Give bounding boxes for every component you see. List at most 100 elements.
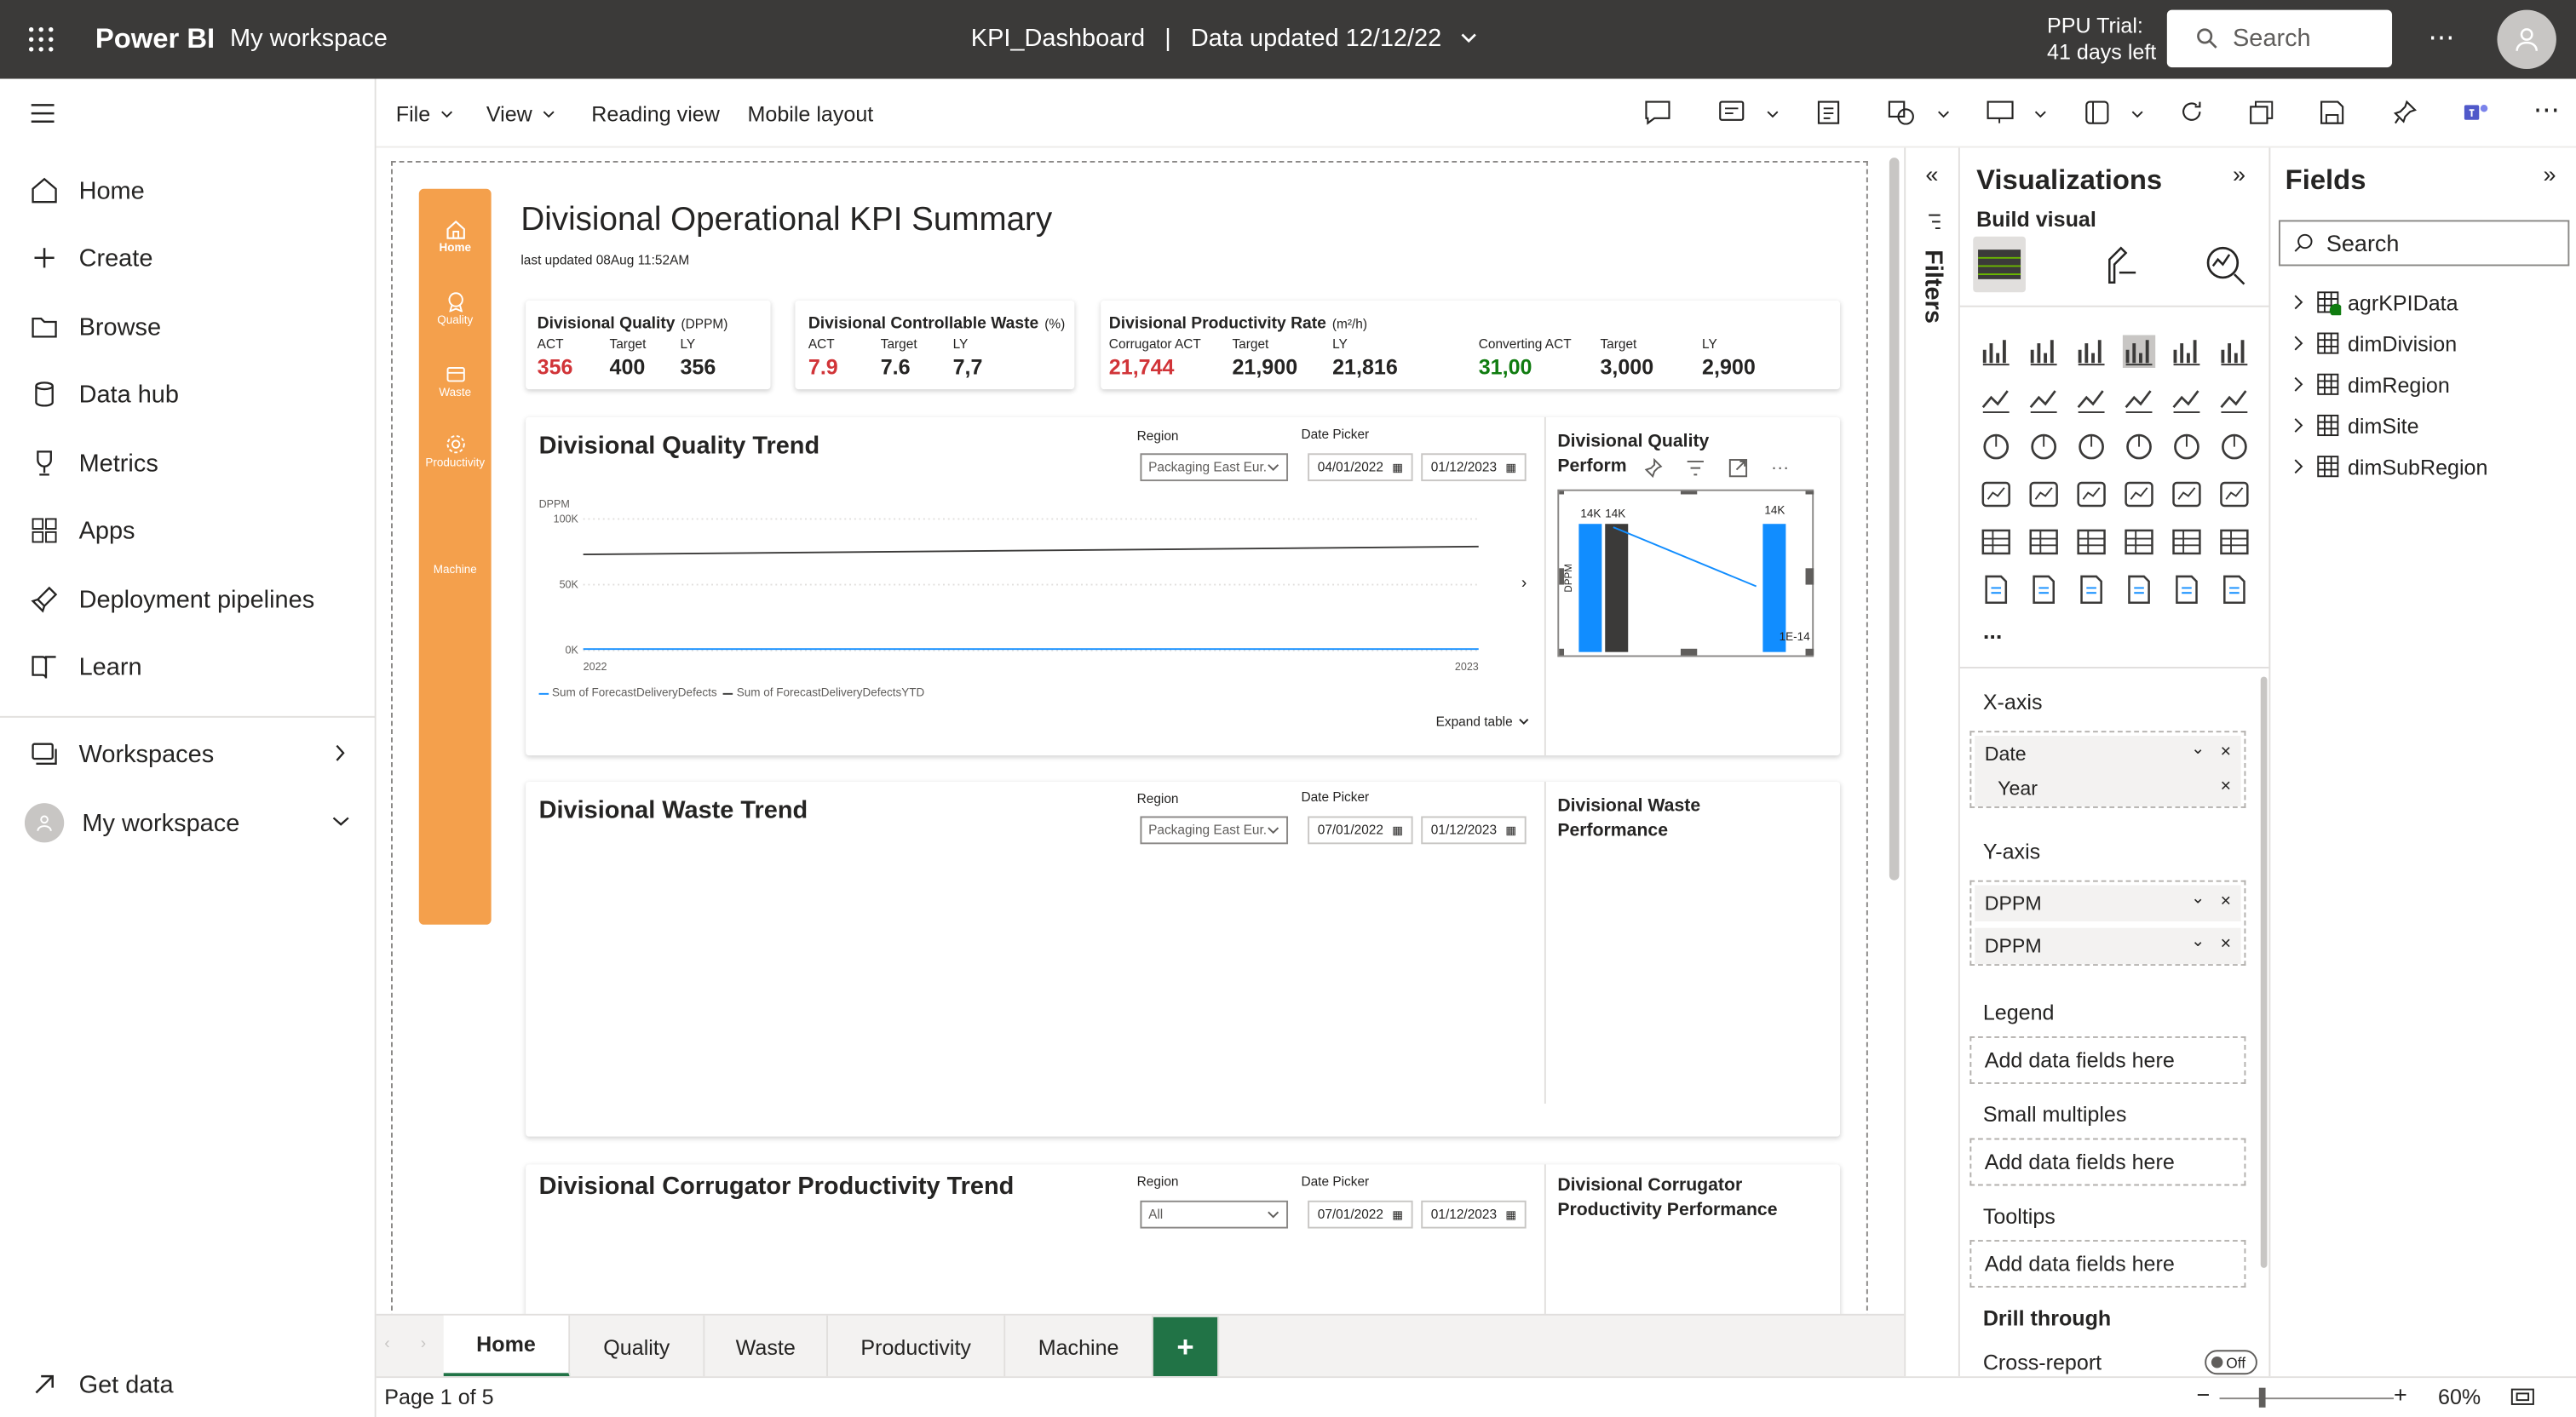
- nav-get-data[interactable]: Get data: [30, 1365, 174, 1404]
- present-icon[interactable]: [1987, 100, 2015, 125]
- side-nav-machine[interactable]: Machine: [419, 565, 492, 577]
- field-table-dimregion[interactable]: dimRegion: [2293, 368, 2450, 401]
- quality-line-chart[interactable]: DPPM 100K 50K 0K 2022 2023: [539, 496, 1509, 709]
- tooltips-well[interactable]: Add data fields here: [1969, 1240, 2246, 1288]
- chevron-right-icon[interactable]: [335, 744, 347, 762]
- field-table-dimsubregion[interactable]: dimSubRegion: [2293, 450, 2487, 483]
- tab-quality[interactable]: Quality: [570, 1315, 705, 1379]
- slicer-icon[interactable]: [1980, 525, 2013, 559]
- x-field-date[interactable]: Date ⌄ ×: [1975, 736, 2241, 772]
- workspace-breadcrumb[interactable]: My workspace: [230, 25, 388, 53]
- date-from-input[interactable]: 07/01/2022 ▦: [1308, 816, 1413, 845]
- visual-icon[interactable]: [2084, 100, 2109, 125]
- canvas-scrollbar[interactable]: [1889, 158, 1900, 881]
- cross-report-toggle[interactable]: Off: [2205, 1350, 2257, 1375]
- x-axis-well[interactable]: Date ⌄ × Year ×: [1969, 731, 2246, 808]
- chevron-down-icon[interactable]: ⌄: [2191, 741, 2205, 759]
- report-header[interactable]: KPI_Dashboard | Data updated 12/12/22: [971, 25, 1478, 53]
- pie-chart-icon[interactable]: [2123, 430, 2156, 463]
- decomposition-tree-icon[interactable]: [2171, 525, 2204, 559]
- treemap-icon[interactable]: [2218, 430, 2251, 463]
- nav-data-hub[interactable]: Data hub: [30, 375, 179, 414]
- date-to-input[interactable]: 01/12/2023 ▦: [1421, 1200, 1527, 1229]
- card-icon[interactable]: [2123, 478, 2156, 511]
- tab-scroll-left-icon[interactable]: ‹: [384, 1335, 389, 1353]
- field-table-dimdivision[interactable]: dimDivision: [2293, 327, 2457, 360]
- map-icon[interactable]: [1980, 478, 2013, 511]
- zoom-in-icon[interactable]: +: [2394, 1381, 2407, 1408]
- clustered-column-icon[interactable]: [2122, 335, 2156, 369]
- view-menu[interactable]: View: [486, 102, 555, 127]
- more-visuals-button[interactable]: ...: [1983, 617, 2003, 644]
- chevron-down-icon[interactable]: [2130, 110, 2143, 118]
- azure-map-icon[interactable]: [2123, 573, 2156, 606]
- quality-perf-visual[interactable]: 14K 14K 14K 1E-14 DPPM: [1555, 487, 1814, 657]
- date-to-input[interactable]: 01/12/2023 ▦: [1421, 453, 1527, 482]
- nav-my-workspace[interactable]: My workspace: [24, 803, 239, 843]
- nav-metrics[interactable]: Metrics: [30, 444, 158, 483]
- filled-map-icon[interactable]: [2027, 478, 2061, 511]
- save-icon[interactable]: [2320, 100, 2344, 125]
- nav-apps[interactable]: Apps: [30, 511, 135, 550]
- nav-workspaces[interactable]: Workspaces: [30, 734, 214, 773]
- teams-icon[interactable]: [2463, 100, 2489, 125]
- area-chart-icon[interactable]: [2027, 382, 2061, 416]
- format-visual-icon[interactable]: [2096, 243, 2139, 285]
- filter-icon[interactable]: [1686, 458, 1705, 478]
- region-dropdown[interactable]: Packaging East Eur...: [1140, 453, 1289, 482]
- close-icon[interactable]: ×: [2221, 743, 2231, 762]
- date-from-input[interactable]: 04/01/2022 ▦: [1308, 453, 1413, 482]
- y-axis-well[interactable]: DPPM ⌄ × DPPM ⌄ ×: [1969, 880, 2246, 967]
- build-visual-tab[interactable]: [1973, 236, 2026, 293]
- chevron-down-icon[interactable]: [332, 817, 350, 829]
- stacked-column-icon[interactable]: [2027, 335, 2061, 368]
- close-icon[interactable]: ×: [2221, 934, 2231, 954]
- narrative-icon[interactable]: [2075, 573, 2108, 606]
- collapse-right-icon[interactable]: »: [2233, 161, 2245, 187]
- refresh-icon[interactable]: [2180, 100, 2203, 125]
- expand-table-button[interactable]: Expand table: [1436, 714, 1529, 729]
- pin-icon[interactable]: [2393, 100, 2417, 125]
- date-to-input[interactable]: 01/12/2023 ▦: [1421, 816, 1527, 845]
- stacked-bar-icon[interactable]: [1980, 335, 2013, 368]
- zoom-slider-thumb[interactable]: [2258, 1387, 2266, 1408]
- line-column-icon[interactable]: [2123, 382, 2156, 416]
- tab-productivity[interactable]: Productivity: [828, 1315, 1006, 1379]
- collapse-right-icon[interactable]: »: [2543, 161, 2556, 187]
- pin-icon[interactable]: [1643, 458, 1663, 479]
- trophy-icon[interactable]: [2027, 573, 2061, 606]
- notes-icon[interactable]: [1817, 100, 1840, 125]
- side-nav-waste[interactable]: Waste: [419, 363, 492, 399]
- nav-deployment-pipelines[interactable]: Deployment pipelines: [30, 580, 314, 619]
- nav-create[interactable]: Create: [30, 238, 152, 278]
- chevron-right-icon[interactable]: ›: [1521, 575, 1527, 593]
- multi-row-card-icon[interactable]: [2171, 478, 2204, 511]
- shapes-icon[interactable]: [1888, 100, 1916, 125]
- brand-name[interactable]: Power BI: [95, 23, 215, 56]
- qa-icon[interactable]: [2218, 525, 2251, 559]
- small-multiples-well[interactable]: Add data fields here: [1969, 1138, 2246, 1186]
- global-search[interactable]: Search: [2166, 9, 2393, 68]
- 100-column-icon[interactable]: [2218, 335, 2251, 368]
- kpi-card-waste[interactable]: Divisional Controllable Waste (%) ACT Ta…: [795, 300, 1075, 390]
- gauge-icon[interactable]: [2075, 478, 2108, 511]
- chevron-down-icon[interactable]: [1766, 110, 1779, 118]
- tab-machine[interactable]: Machine: [1005, 1315, 1153, 1379]
- scatter-icon[interactable]: [2075, 430, 2108, 463]
- paginated-report-icon[interactable]: [1980, 573, 2013, 606]
- matrix-icon[interactable]: [2075, 525, 2108, 559]
- x-field-year[interactable]: Year ×: [1975, 770, 2241, 806]
- nav-home[interactable]: Home: [30, 171, 145, 210]
- table-icon[interactable]: [2027, 525, 2061, 559]
- file-menu[interactable]: File: [396, 102, 453, 127]
- report-page[interactable]: Home Quality Waste Productivity Machine …: [391, 161, 1868, 1319]
- fit-to-page-icon[interactable]: [2510, 1388, 2535, 1406]
- kpi-card-productivity[interactable]: Divisional Productivity Rate (m²/h) Corr…: [1101, 300, 1841, 390]
- chevron-down-icon[interactable]: [1937, 110, 1950, 118]
- side-nav-productivity[interactable]: Productivity: [419, 433, 492, 470]
- hamburger-icon[interactable]: [31, 104, 55, 123]
- region-dropdown[interactable]: Packaging East Eur...: [1140, 816, 1289, 845]
- line-chart-icon[interactable]: [1980, 382, 2013, 416]
- clustered-bar-icon[interactable]: [2075, 335, 2108, 368]
- collapse-left-icon[interactable]: «: [1925, 161, 1938, 187]
